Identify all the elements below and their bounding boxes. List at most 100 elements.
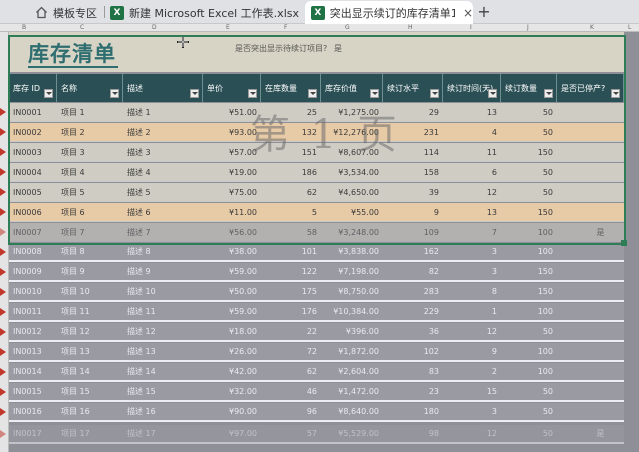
cell-name[interactable]: 项目 17 xyxy=(57,425,123,442)
cell-name[interactable]: 项目 14 xyxy=(57,363,123,380)
cell-unit-price[interactable]: ¥75.00 xyxy=(203,183,261,201)
cell-reorder-qty[interactable]: 150 xyxy=(501,263,557,280)
cell-reorder-qty[interactable]: 100 xyxy=(501,223,557,241)
cell-description[interactable]: 描述 12 xyxy=(123,323,203,340)
cell-description[interactable]: 描述 17 xyxy=(123,425,203,442)
cell-reorder-qty[interactable]: 100 xyxy=(501,343,557,360)
column-letter[interactable]: B xyxy=(22,24,26,32)
cell-reorder-days[interactable]: 3 xyxy=(443,243,501,260)
cell-reorder-days[interactable]: 1 xyxy=(443,303,501,320)
cell-discontinued[interactable] xyxy=(557,143,624,161)
cell-name[interactable]: 项目 13 xyxy=(57,343,123,360)
cell-name[interactable]: 项目 8 xyxy=(57,243,123,260)
cell-discontinued[interactable] xyxy=(557,383,624,400)
cell-description[interactable]: 描述 5 xyxy=(123,183,203,201)
cell-qty-in-stock[interactable]: 101 xyxy=(261,243,321,260)
cell-stock-id[interactable]: IN0001 xyxy=(9,103,57,121)
cell-reorder-qty[interactable]: 100 xyxy=(501,243,557,260)
cell-discontinued[interactable] xyxy=(557,343,624,360)
column-letter[interactable]: C xyxy=(80,24,84,32)
cell-name[interactable]: 项目 3 xyxy=(57,143,123,161)
column-letter[interactable]: H xyxy=(408,24,413,32)
cell-stock-value[interactable]: ¥8,640.00 xyxy=(321,403,383,420)
cell-unit-price[interactable]: ¥50.00 xyxy=(203,283,261,300)
cell-discontinued[interactable]: 是 xyxy=(557,425,624,442)
cell-reorder-qty[interactable]: 50 xyxy=(501,425,557,442)
cell-name[interactable]: 项目 15 xyxy=(57,383,123,400)
cell-description[interactable]: 描述 1 xyxy=(123,103,203,121)
cell-stock-value[interactable]: ¥396.00 xyxy=(321,323,383,340)
cell-reorder-qty[interactable]: 50 xyxy=(501,383,557,400)
cell-description[interactable]: 描述 8 xyxy=(123,243,203,260)
cell-qty-in-stock[interactable]: 46 xyxy=(261,383,321,400)
cell-qty-in-stock[interactable]: 5 xyxy=(261,203,321,221)
cell-reorder-qty[interactable]: 50 xyxy=(501,403,557,420)
cell-qty-in-stock[interactable]: 72 xyxy=(261,343,321,360)
cell-stock-value[interactable]: ¥7,198.00 xyxy=(321,263,383,280)
filter-dropdown-icon[interactable] xyxy=(248,89,257,98)
cell-reorder-level[interactable]: 82 xyxy=(383,263,443,280)
filter-dropdown-icon[interactable] xyxy=(44,89,53,98)
cell-discontinued[interactable] xyxy=(557,243,624,260)
cell-stock-value[interactable]: ¥55.00 xyxy=(321,203,383,221)
cell-description[interactable]: 描述 6 xyxy=(123,203,203,221)
cell-description[interactable]: 描述 13 xyxy=(123,343,203,360)
cell-stock-id[interactable]: IN0005 xyxy=(9,183,57,201)
cell-stock-id[interactable]: IN0003 xyxy=(9,143,57,161)
cell-qty-in-stock[interactable]: 62 xyxy=(261,183,321,201)
cell-reorder-qty[interactable]: 50 xyxy=(501,183,557,201)
filter-dropdown-icon[interactable] xyxy=(611,89,620,98)
cell-stock-id[interactable]: IN0011 xyxy=(9,303,57,320)
cell-stock-id[interactable]: IN0016 xyxy=(9,403,57,420)
filter-dropdown-icon[interactable] xyxy=(488,89,497,98)
tab-template-zone[interactable]: 模板专区 xyxy=(34,1,114,24)
cell-reorder-days[interactable]: 11 xyxy=(443,143,501,161)
cell-reorder-level[interactable]: 9 xyxy=(383,203,443,221)
cell-unit-price[interactable]: ¥97.00 xyxy=(203,425,261,442)
cell-reorder-days[interactable]: 12 xyxy=(443,183,501,201)
cell-unit-price[interactable]: ¥38.00 xyxy=(203,243,261,260)
cell-stock-id[interactable]: IN0002 xyxy=(9,123,57,141)
cell-discontinued[interactable]: 是 xyxy=(557,223,624,241)
cell-reorder-qty[interactable]: 100 xyxy=(501,303,557,320)
cell-discontinued[interactable] xyxy=(557,183,624,201)
cell-stock-value[interactable]: ¥10,384.00 xyxy=(321,303,383,320)
cell-name[interactable]: 项目 12 xyxy=(57,323,123,340)
cell-name[interactable]: 项目 16 xyxy=(57,403,123,420)
cell-description[interactable]: 描述 9 xyxy=(123,263,203,280)
cell-discontinued[interactable] xyxy=(557,323,624,340)
cell-reorder-days[interactable]: 8 xyxy=(443,283,501,300)
cell-stock-value[interactable]: ¥4,650.00 xyxy=(321,183,383,201)
cell-reorder-level[interactable]: 39 xyxy=(383,183,443,201)
cell-unit-price[interactable]: ¥90.00 xyxy=(203,403,261,420)
cell-stock-value[interactable]: ¥3,248.00 xyxy=(321,223,383,241)
sheet-title[interactable]: 库存清单 xyxy=(28,38,116,68)
cell-reorder-days[interactable]: 3 xyxy=(443,403,501,420)
cell-qty-in-stock[interactable]: 175 xyxy=(261,283,321,300)
cell-discontinued[interactable] xyxy=(557,363,624,380)
cell-unit-price[interactable]: ¥11.00 xyxy=(203,203,261,221)
cell-reorder-level[interactable]: 283 xyxy=(383,283,443,300)
cell-stock-value[interactable]: ¥1,872.00 xyxy=(321,343,383,360)
cell-reorder-level[interactable]: 36 xyxy=(383,323,443,340)
column-letter[interactable]: D xyxy=(152,24,157,32)
column-letter[interactable]: F xyxy=(284,24,287,32)
cell-reorder-days[interactable]: 13 xyxy=(443,103,501,121)
cell-name[interactable]: 项目 2 xyxy=(57,123,123,141)
cell-stock-id[interactable]: IN0007 xyxy=(9,223,57,241)
cell-stock-id[interactable]: IN0008 xyxy=(9,243,57,260)
cell-stock-id[interactable]: IN0014 xyxy=(9,363,57,380)
cell-name[interactable]: 项目 11 xyxy=(57,303,123,320)
cell-reorder-qty[interactable]: 50 xyxy=(501,123,557,141)
cell-reorder-level[interactable]: 229 xyxy=(383,303,443,320)
cell-unit-price[interactable]: ¥19.00 xyxy=(203,163,261,181)
filter-dropdown-icon[interactable] xyxy=(370,89,379,98)
cell-reorder-days[interactable]: 7 xyxy=(443,223,501,241)
cell-reorder-days[interactable]: 4 xyxy=(443,123,501,141)
cell-unit-price[interactable]: ¥26.00 xyxy=(203,343,261,360)
cell-discontinued[interactable] xyxy=(557,123,624,141)
highlight-answer-cell[interactable]: 是 xyxy=(334,43,342,54)
cell-reorder-qty[interactable]: 50 xyxy=(501,103,557,121)
cell-unit-price[interactable]: ¥56.00 xyxy=(203,223,261,241)
cell-stock-id[interactable]: IN0013 xyxy=(9,343,57,360)
